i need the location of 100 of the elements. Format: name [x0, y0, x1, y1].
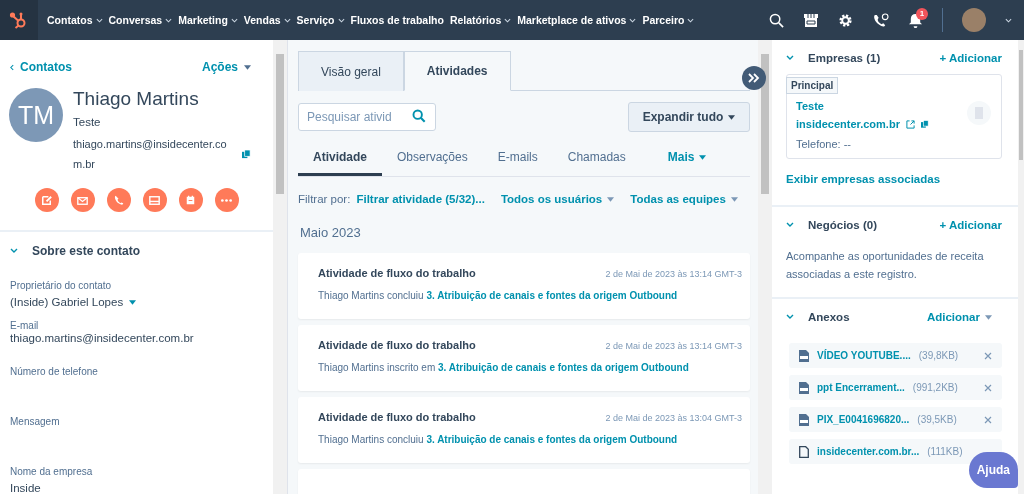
- filter-dropdown[interactable]: Filtrar atividade (5/32)...: [356, 193, 485, 205]
- file-icon: [799, 445, 809, 458]
- activity-text: Thiago Martins inscrito em 3. Atribuição de canais e fontes da origem Outbound: [318, 361, 690, 375]
- company-name-link[interactable]: Teste: [796, 100, 824, 112]
- copy-icon[interactable]: [920, 119, 929, 129]
- caret-icon: [129, 299, 137, 305]
- section-toggle[interactable]: Sobre este contato: [10, 244, 263, 258]
- field-label: Nome da empresa: [10, 466, 94, 477]
- filter-dropdown[interactable]: Todos os usuários: [500, 193, 615, 205]
- remove-button[interactable]: [984, 351, 992, 360]
- field-label: Mensagem: [10, 416, 61, 427]
- file-size: (39,5KB): [917, 414, 958, 425]
- caret-icon: [699, 154, 707, 160]
- nav-menu-item[interactable]: Serviço: [293, 0, 348, 40]
- nav-menu-item[interactable]: Relatórios: [446, 0, 515, 40]
- avatar: TM: [9, 88, 63, 142]
- nav-menu-item[interactable]: Marketplace de ativos: [514, 0, 640, 40]
- scrollbar[interactable]: [758, 40, 772, 494]
- field-value: thiago.martins@insidecenter.com.br: [10, 332, 195, 344]
- contact-title: Teste: [73, 116, 102, 128]
- filter-dropdown[interactable]: Todas as equipes: [630, 193, 738, 205]
- caret-icon: [607, 196, 615, 202]
- workflow-link[interactable]: 3. Atribuição de canais e fontes da origem Outbound: [426, 434, 678, 445]
- nav-menu-item[interactable]: Marketing: [175, 0, 241, 40]
- caret-icon: [728, 114, 736, 120]
- tab[interactable]: Visão geral: [298, 51, 404, 91]
- chevron-down-icon: [10, 247, 18, 255]
- search-icon[interactable]: [769, 12, 784, 28]
- back-link[interactable]: Contatos: [10, 60, 72, 74]
- action-button[interactable]: [178, 188, 203, 212]
- avatar[interactable]: [962, 8, 986, 32]
- action-button[interactable]: [70, 188, 95, 212]
- filter-tab[interactable]: E-mails: [482, 142, 553, 176]
- file-size: (39,8KB): [918, 350, 960, 361]
- tab[interactable]: Atividades: [403, 51, 511, 91]
- chevron-down-icon: [629, 17, 637, 23]
- activity-time: 2 de Mai de 2023 às 13:14 GMT-3: [605, 269, 742, 279]
- chevron-down-icon: [165, 17, 173, 23]
- file-size: (111KB): [927, 446, 964, 457]
- activity-text: Thiago Martins concluiu 3. Atribuição de canais e fontes da origem Outbound: [318, 433, 679, 447]
- section-toggle[interactable]: Empresas (1): [786, 52, 940, 64]
- activity-title: Atividade de fluxo do trabalho: [318, 339, 476, 351]
- copy-icon[interactable]: [242, 150, 251, 159]
- workflow-link[interactable]: 3. Atribuição de canais e fontes da origem Outbound: [438, 362, 689, 373]
- more-menu[interactable]: Mais: [652, 142, 722, 176]
- action-button[interactable]: [214, 188, 239, 212]
- external-link-icon[interactable]: [905, 119, 915, 129]
- notification-badge: 1: [916, 7, 928, 20]
- filter-tab[interactable]: Atividade: [298, 142, 382, 176]
- remove-button[interactable]: [984, 383, 992, 392]
- attachment-item[interactable]: insidecenter.com.br... (111KB): [789, 439, 1002, 464]
- phone-icon[interactable]: [872, 12, 889, 28]
- expand-sidebar-icon[interactable]: [742, 66, 766, 90]
- domain-link[interactable]: insidecenter.com.br: [796, 118, 900, 130]
- attachment-link[interactable]: PIX_E0041696820...: [817, 414, 910, 425]
- attachment-item[interactable]: ppt Encerrament... (991,2KB): [789, 375, 1002, 400]
- add-dropdown[interactable]: Adicionar: [926, 311, 992, 323]
- attachment-item[interactable]: PIX_E0041696820... (39,5KB): [789, 407, 1002, 432]
- nav-menu-item[interactable]: Fluxos de trabalho: [347, 0, 447, 40]
- view-companies-link[interactable]: Exibir empresas associadas: [786, 173, 1002, 191]
- pdf-file-icon: [799, 413, 809, 426]
- nav-menu-item[interactable]: Parceiro: [639, 0, 698, 40]
- chevron-down-icon: [687, 17, 695, 23]
- remove-button[interactable]: [984, 415, 992, 424]
- nav-menu-item[interactable]: Conversas: [105, 0, 176, 40]
- section-toggle[interactable]: Anexos: [786, 311, 927, 323]
- filter-tab[interactable]: Observações: [382, 142, 483, 176]
- workflow-link[interactable]: 3. Atribuição de canais e fontes da origem Outbound: [426, 290, 678, 301]
- store-icon[interactable]: [803, 12, 819, 28]
- add-button[interactable]: + Adicionar: [939, 219, 1002, 231]
- filter-label: Filtrar por:: [298, 193, 351, 205]
- attachment-item[interactable]: VÍDEO YOUTUBE.... (39,8KB): [789, 343, 1002, 368]
- attachment-link[interactable]: insidecenter.com.br...: [817, 446, 920, 457]
- primary-tag: Principal: [786, 77, 839, 94]
- action-button[interactable]: [106, 188, 131, 212]
- chevron-down-icon: [230, 17, 238, 23]
- nav-menu-item[interactable]: Contatos: [44, 0, 106, 40]
- add-button[interactable]: + Adicionar: [939, 52, 1002, 64]
- action-button[interactable]: [34, 188, 59, 212]
- settings-icon[interactable]: [838, 12, 853, 28]
- field-value: Inside: [10, 482, 42, 494]
- search-field[interactable]: Pesquisar ativid: [298, 103, 436, 131]
- nav-menu-item[interactable]: Vendas: [240, 0, 294, 40]
- chevron-down-icon: [337, 17, 345, 23]
- expand-all-button[interactable]: Expandir tudo: [628, 102, 750, 132]
- chevron-down-icon: [786, 221, 794, 229]
- building-icon: [967, 101, 991, 125]
- chevron-down-icon: [283, 17, 291, 23]
- action-button[interactable]: [142, 188, 167, 212]
- caret-icon: [244, 64, 251, 70]
- owner-dropdown[interactable]: (Inside) Gabriel Lopes: [10, 296, 263, 308]
- contact-name: Thiago Martins: [73, 88, 200, 110]
- attachment-link[interactable]: ppt Encerrament...: [817, 382, 905, 393]
- attachment-link[interactable]: VÍDEO YOUTUBE....: [817, 350, 911, 361]
- deals-description: Acompanhe as oportunidades de receita associadas a este registro.: [786, 249, 985, 282]
- scrollbar[interactable]: [1018, 40, 1024, 494]
- actions-menu[interactable]: Ações: [201, 60, 251, 74]
- filter-tab[interactable]: Chamadas: [552, 142, 641, 176]
- section-toggle[interactable]: Negócios (0): [786, 219, 940, 231]
- scrollbar[interactable]: [273, 40, 287, 494]
